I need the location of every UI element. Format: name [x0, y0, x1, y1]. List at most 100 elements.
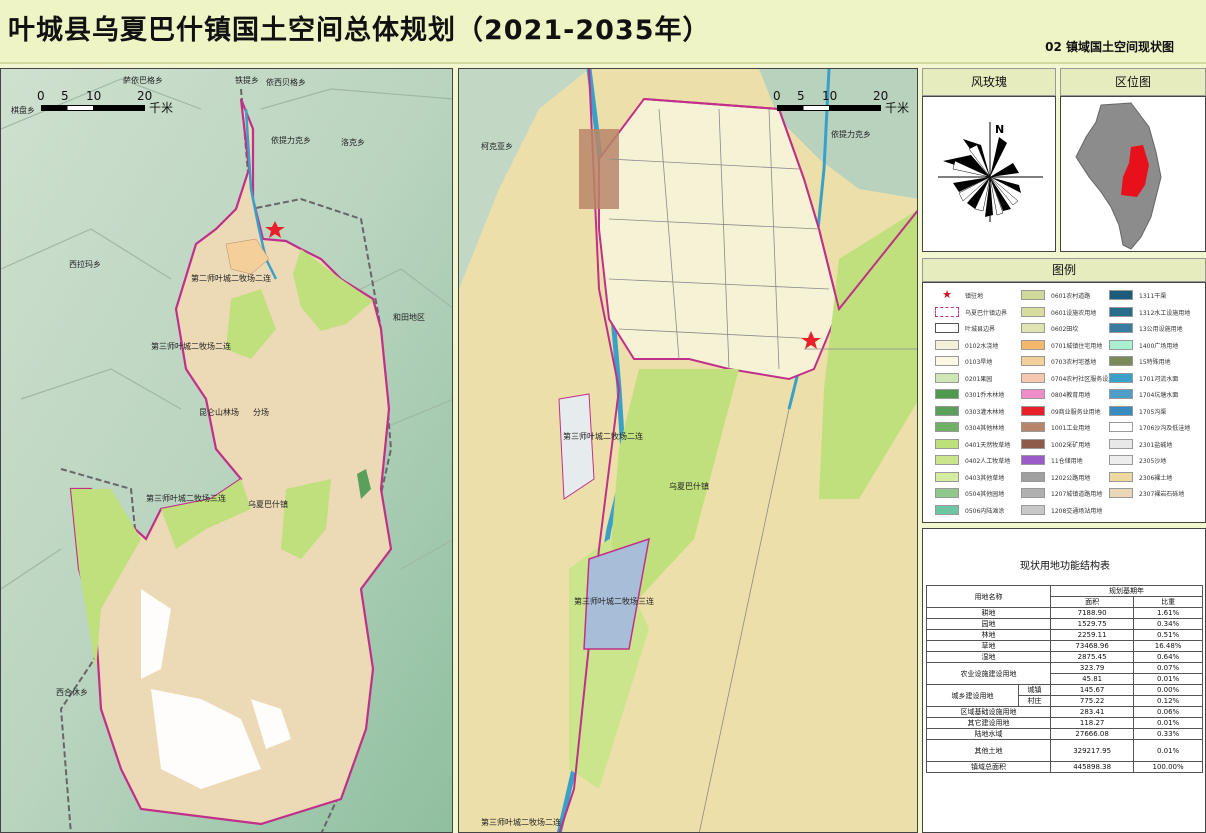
- land-use-table-panel: 现状用地功能结构表 用地名称 规划基期年 面积 比重 耕地 7188.90 1.61…: [922, 528, 1206, 833]
- legend-swatch: [1109, 438, 1133, 449]
- legend-label: 0504其他园地: [965, 491, 1005, 498]
- legend-label: 叶城县边界: [965, 326, 996, 333]
- legend-swatch: [935, 422, 959, 432]
- legend-label: 1400广场用地: [1139, 342, 1179, 350]
- table-cell: 0.01%: [1133, 739, 1203, 762]
- table-row: 农业设施建设用地 323.79 0.07%: [925, 662, 1203, 685]
- table-cell: 329217.95: [1050, 739, 1135, 762]
- legend-label: 0403其他草地: [965, 474, 1005, 482]
- legend-swatch: [1021, 504, 1045, 515]
- table-cell: 陆地水域: [925, 728, 1052, 740]
- scale-tick: 10: [822, 89, 838, 103]
- land-use-table: 用地名称 规划基期年 面积 比重 耕地 7188.90 1.61% 园地 1529.75…: [925, 585, 1203, 773]
- title-bar: 叶城县乌夏巴什镇国土空间总体规划（2021-2035年） 02 镇域国土空间现状…: [0, 0, 1206, 64]
- table-row: 草地 73468.96 16.48%: [925, 640, 1203, 652]
- map-sheet: { "title": "叶城县乌夏巴什镇国土空间总体规划（2021-2035年）…: [0, 0, 1206, 833]
- table-title: 现状用地功能结构表: [1020, 561, 1110, 572]
- table-cell: 2259.11: [1050, 629, 1135, 641]
- table-cell: 7188.90: [1050, 607, 1135, 619]
- legend-label: 0102水浇地: [965, 342, 999, 350]
- place-label: 洛克乡: [341, 138, 365, 147]
- legend-swatch: [1021, 306, 1045, 317]
- table-row: 陆地水域 27666.08 0.33%: [925, 728, 1203, 740]
- table-cell: 林地: [925, 629, 1052, 641]
- table-cell: 0.12%: [1133, 695, 1203, 707]
- table-row: 园地 1529.75 0.34%: [925, 618, 1203, 630]
- legend-swatch: [1109, 339, 1133, 350]
- legend-label: 0602田坎: [1051, 326, 1079, 333]
- scale-tick: 10: [86, 89, 102, 103]
- regional-map[interactable]: 0 5 10 20 千米 萨依巴格乡 铁提乡 依西贝格乡 棋盘乡 依提力克乡 洛…: [0, 68, 453, 833]
- legend-swatch: [935, 488, 959, 498]
- place-label: 第三师叶城二牧场二连: [563, 432, 643, 441]
- legend-swatch: [1021, 290, 1045, 300]
- legend-swatch: [1021, 389, 1045, 399]
- legend-label: 1001工业用地: [1051, 425, 1091, 432]
- legend-label: 2301盐碱地: [1139, 441, 1173, 449]
- table-cell: 其它建设用地: [925, 717, 1052, 729]
- legend-label: 0703农村宅基地: [1051, 359, 1097, 366]
- table-cell: 100.00%: [1133, 761, 1203, 773]
- legend-label: 0601设施农用地: [1051, 309, 1097, 317]
- legend-label: 镇驻地: [965, 293, 984, 300]
- legend-swatch: [1021, 372, 1045, 383]
- place-label: 乌夏巴什镇: [248, 500, 288, 509]
- legend-swatch: ★: [942, 288, 952, 301]
- legend-swatch: [1021, 405, 1045, 416]
- table-cell: 0.00%: [1133, 684, 1203, 696]
- table-cell: 283.41: [1050, 706, 1135, 718]
- scale-unit: 千米: [885, 101, 910, 115]
- legend-label: 15特殊用地: [1139, 359, 1171, 366]
- table-cell: 1529.75: [1050, 618, 1135, 630]
- table-cell: 0.51%: [1133, 629, 1203, 641]
- legend-label: 1704坑塘水面: [1139, 392, 1179, 399]
- table-cell: 118.27: [1050, 717, 1135, 729]
- legend-swatch: [1109, 356, 1133, 366]
- legend-swatch: [1021, 455, 1045, 465]
- legend-title: 图例: [922, 258, 1206, 282]
- legend-label: 0303灌木林地: [965, 408, 1005, 416]
- location-map-panel: [1060, 96, 1206, 252]
- place-label: 乌夏巴什镇: [669, 482, 709, 491]
- legend-label: 0304其他林地: [965, 425, 1005, 432]
- legend-swatch: [935, 306, 959, 317]
- map-subtitle: 02 镇域国土空间现状图: [1045, 40, 1174, 54]
- scale-bar-graphic: [41, 105, 145, 111]
- table-cell: 村庄: [1017, 695, 1052, 707]
- legend-label: 2306裸土地: [1139, 474, 1173, 482]
- legend-label: 1701河流水面: [1139, 375, 1179, 383]
- wind-rose-petals: [952, 144, 1019, 216]
- legend-label: 1706沙沟及低洼地: [1139, 425, 1191, 432]
- detail-map[interactable]: 0 5 10 20 千米 柯克亚乡 依提力克乡 第三师叶城二牧场二连 乌夏巴什镇…: [458, 68, 918, 833]
- detail-map-canvas: [459, 69, 917, 832]
- table-cell: 145.67: [1050, 684, 1135, 696]
- legend-swatch: [1021, 323, 1045, 333]
- legend-swatch: [935, 455, 959, 465]
- table-row: 镇域总面积 445898.38 100.00%: [925, 761, 1203, 773]
- legend-label: 0402人工牧草地: [965, 458, 1011, 465]
- table-cell: 1.61%: [1133, 607, 1203, 619]
- table-cell: 0.34%: [1133, 618, 1203, 630]
- place-label: 西拉玛乡: [69, 260, 101, 269]
- table-row: 其他土地 329217.95 0.01%: [925, 739, 1203, 762]
- place-label: 第三师叶城二牧场三连: [146, 494, 226, 503]
- place-label: 第二师叶城二牧场二连: [191, 274, 271, 283]
- industrial-area: [579, 129, 619, 209]
- legend-swatch: [935, 323, 959, 333]
- legend-label: 1311干渠: [1139, 293, 1167, 300]
- scale-tick: 5: [61, 89, 69, 103]
- legend-swatch: [1109, 290, 1133, 300]
- legend-swatch: [935, 405, 959, 416]
- place-label: 和田地区: [393, 313, 425, 322]
- legend-label: 2307裸岩石砾地: [1139, 491, 1185, 498]
- legend-label: 1207城镇道路用地: [1051, 491, 1103, 498]
- table-cell: 0.01%: [1133, 673, 1203, 685]
- legend-label: 0601农村道路: [1051, 293, 1091, 300]
- wind-rose-panel: N: [922, 96, 1056, 252]
- place-label: 第三师叶城二牧场二连: [481, 818, 561, 827]
- legend-swatch: [1109, 306, 1133, 317]
- legend-swatch: [1109, 389, 1133, 399]
- north-label: N: [995, 123, 1004, 136]
- legend-swatch: [935, 339, 959, 350]
- table-row: 湿地 2875.45 0.64%: [925, 651, 1203, 663]
